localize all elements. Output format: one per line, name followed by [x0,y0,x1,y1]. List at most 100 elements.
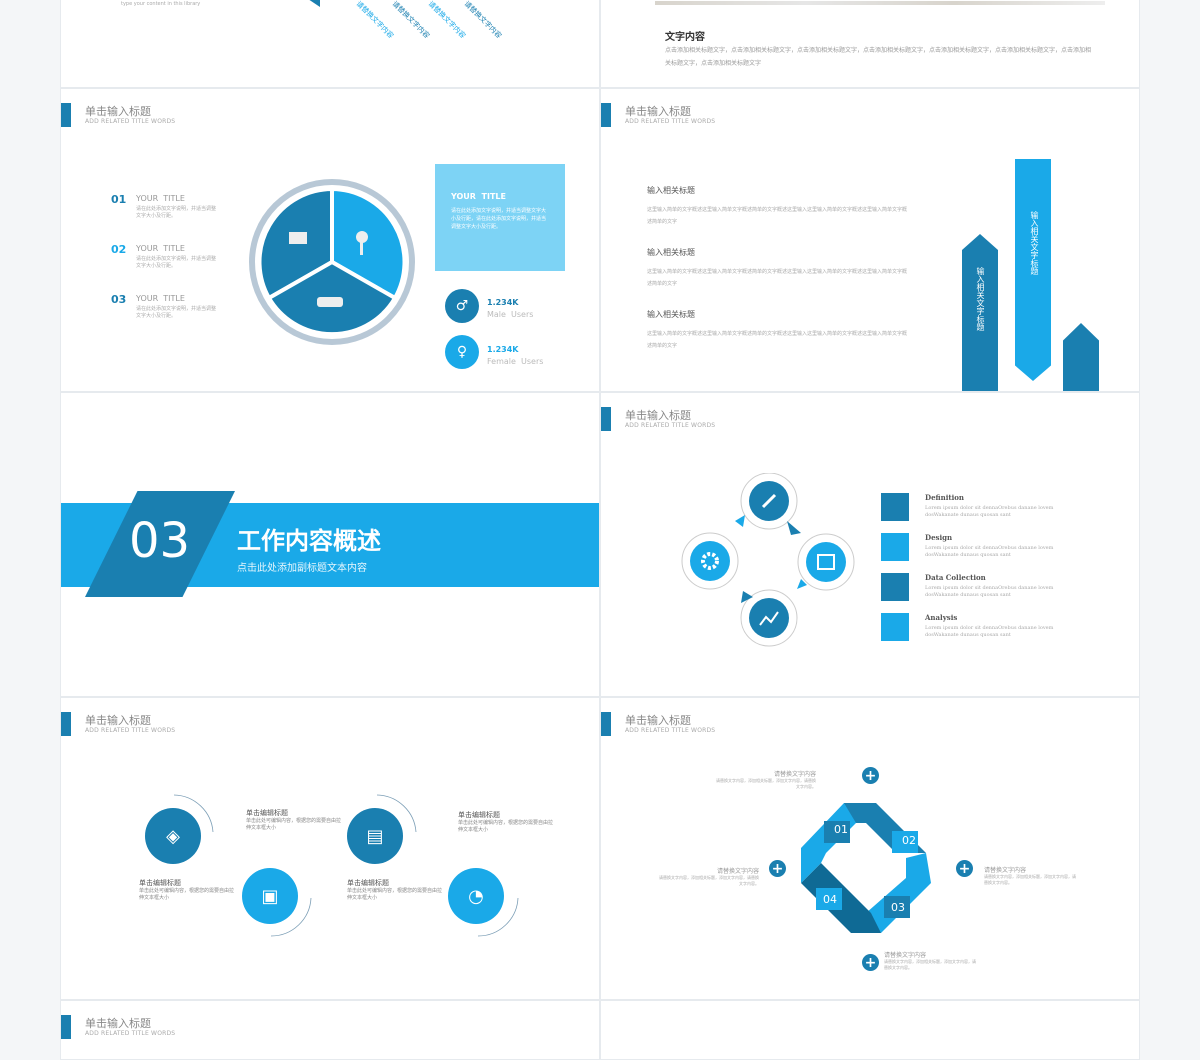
item-title: 输入相关标题 [647,310,695,319]
arrow-label: 输入相关文字标题 [976,267,985,331]
arrow-item: 输入相关标题这里输入简单的文字概述这里输入简单文字概述简单的文字概述这里输入这里… [647,309,907,352]
slide-subtitle: ADD RELATED TITLE WORDS [625,422,716,429]
up-arrow-right [1063,323,1099,391]
step-title: 单击编辑标题 [246,809,288,817]
slide-bottom-right[interactable] [600,1000,1140,1060]
slide-subtitle: ADD RELATED TITLE WORDS [625,727,716,734]
box-desc: 请在此处添加文字说明，并适当调整文字大小及行距，请在此处添加文字说明，并适当调整… [451,208,547,230]
note-title: 请替换文字内容 [773,771,816,778]
slide-top-right[interactable]: 文字内容 点击添加相关标题文字，点击添加相关标题文字，点击添加相关标题文字，点击… [600,0,1140,88]
content-body: 点击添加相关标题文字，点击添加相关标题文字，点击添加相关标题文字，点击添加相关标… [665,47,1092,67]
step-text: 单击编辑标题 单击此处可编辑内容，根据您的需要自由拉伸文本框大小 [458,810,553,834]
slide-section[interactable]: 03 工作内容概述 点击此处添加副标题文本内容 [60,392,600,697]
slide-pie[interactable]: 单击输入标题 ADD RELATED TITLE WORDS 01 YOUR TIT… [60,88,600,392]
legend-desc: Lorem ipsum dolor sit dennaOrebus danane… [925,585,1054,598]
plus-icon[interactable]: + [956,860,973,877]
slide-title: 单击输入标题 [85,105,151,118]
item-title: 输入相关标题 [647,248,695,257]
slide-cycle[interactable]: 单击输入标题 ADD RELATED TITLE WORDS Definition… [600,392,1140,697]
caption: type your content in this library [121,1,201,7]
slide-steps[interactable]: 单击输入标题 ADD RELATED TITLE WORDS ◈ ▣ ▤ ◔ 单击… [60,697,600,1000]
plus-icon[interactable]: + [862,954,879,971]
section-number: 03 [129,513,191,569]
note-desc: 请替换文字内容，添加相关标题，添加文字内容，请替换文字内容。 [716,778,816,789]
arrow-item: 输入相关标题这里输入简单的文字概述这里输入简单文字概述简单的文字概述这里输入这里… [647,247,907,290]
diagonal-shape [296,0,320,7]
slide-title: 单击输入标题 [625,105,691,118]
slide-subtitle: ADD RELATED TITLE WORDS [85,1030,176,1037]
photo-strip [655,1,1105,5]
legend-title: Definition [925,493,965,502]
item-title: YOUR TITLE [136,294,185,303]
box-icon [289,232,307,244]
slide-title: 单击输入标题 [625,409,691,422]
legend-title: Design [925,533,953,542]
stat-label: Male Users [487,310,534,319]
note-title: 请替换文字内容 [716,868,759,875]
female-icon: ♀ [445,335,479,369]
loop-number: 02 [902,834,916,847]
male-icon: ♂ [445,289,479,323]
cycle-diagram [681,473,855,647]
loop-note: 请替换文字内容 请替换文字内容，添加相关标题，添加文字内容，请替换文字内容。 [659,866,759,887]
loop-note: 请替换文字内容 请替换文字内容，添加相关标题，添加文字内容，请替换文字内容。 [716,769,816,790]
item-desc: 这里输入简单的文字概述这里输入简单文字概述简单的文字概述这里输入这里输入简单的文… [647,207,908,225]
slide-subtitle: ADD RELATED TITLE WORDS [625,118,716,125]
slide-subtitle: ADD RELATED TITLE WORDS [85,118,176,125]
step-title: 单击编辑标题 [458,811,500,819]
item-desc: 请在此处添加文字说明，并适当调整文字大小及行距。 [136,306,217,319]
item-number: 01 [111,193,127,206]
note-desc: 请替换文字内容，添加相关标题，添加文字内容，请替换文字内容。 [984,874,1076,885]
pie-diagram [249,179,415,345]
slide-top-left[interactable]: type your content in this library 请替换文字内… [60,0,600,88]
stat-label: Female Users [487,357,544,366]
section-title: 工作内容概述 [237,527,381,555]
item-number: 03 [111,293,127,306]
step-text: 单击编辑标题 单击此处可编辑内容，根据您的需要自由拉伸文本框大小 [246,808,341,832]
item-title: 输入相关标题 [647,186,695,195]
legend-desc: Lorem ipsum dolor sit dennaOrebus danane… [925,505,1054,518]
note-title: 请替换文字内容 [884,952,927,959]
step-text: 单击编辑标题 单击此处可编辑内容，根据您的需要自由拉伸文本框大小 [139,878,234,902]
slide-bottom-left[interactable]: 单击输入标题 ADD RELATED TITLE WORDS [60,1000,600,1060]
diagonal-labels: 请替换文字内容 请替换文字内容 请替换文字内容 请替换文字内容 [355,0,599,41]
legend-swatch [881,493,909,521]
step-desc: 单击此处可编辑内容，根据您的需要自由拉伸文本框大小 [246,818,342,831]
step-desc: 单击此处可编辑内容，根据您的需要自由拉伸文本框大小 [139,888,235,901]
stat-value: 1.234K [487,298,519,307]
step-title: 单击编辑标题 [139,879,181,887]
step-desc: 单击此处可编辑内容，根据您的需要自由拉伸文本框大小 [458,820,554,833]
item-desc: 这里输入简单的文字概述这里输入简单文字概述简单的文字概述这里输入这里输入简单的文… [647,269,908,287]
plus-icon[interactable]: + [862,767,879,784]
arc-decorations [173,794,519,937]
loop-diagram [801,803,931,933]
legend-swatch [881,533,909,561]
legend-desc: Lorem ipsum dolor sit dennaOrebus danane… [925,625,1054,638]
arrow-item: 输入相关标题这里输入简单的文字概述这里输入简单文字概述简单的文字概述这里输入这里… [647,185,907,228]
item-desc: 请在此处添加文字说明，并适当调整文字大小及行距。 [136,256,217,269]
note-title: 请替换文字内容 [984,867,1027,874]
loop-note: 请替换文字内容 请替换文字内容，添加相关标题，添加文字内容，请替换文字内容。 [884,950,979,971]
slide-title: 单击输入标题 [625,714,691,727]
stat-value: 1.234K [487,345,519,354]
item-title: YOUR TITLE [136,244,185,253]
note-desc: 请替换文字内容，添加相关标题，添加文字内容，请替换文字内容。 [659,875,759,886]
item-title: YOUR TITLE [136,194,185,203]
section-subtitle: 点击此处添加副标题文本内容 [237,563,367,574]
slide-loop[interactable]: 单击输入标题 ADD RELATED TITLE WORDS 01 02 03 0… [600,697,1140,1000]
title-box: YOUR TITLE 请在此处添加文字说明，并适当调整文字大小及行距，请在此处添… [435,164,565,271]
arrow-label: 输入相关文字标题 [1030,211,1039,275]
legend-swatch [881,613,909,641]
loop-number: 01 [834,823,848,836]
diag-label: 请替换文字内容 [462,0,503,41]
handshake-icon [317,297,343,307]
item-number: 02 [111,243,127,256]
slide-arrows[interactable]: 单击输入标题 ADD RELATED TITLE WORDS 输入相关标题这里输入… [600,88,1140,392]
plus-icon[interactable]: + [769,860,786,877]
item-desc: 请在此处添加文字说明，并适当调整文字大小及行距。 [136,206,217,219]
legend-swatch [881,573,909,601]
box-title: YOUR TITLE [451,192,506,201]
loop-number: 03 [891,901,905,914]
item-desc: 这里输入简单的文字概述这里输入简单文字概述简单的文字概述这里输入这里输入简单的文… [647,331,908,349]
step-text: 单击编辑标题 单击此处可编辑内容，根据您的需要自由拉伸文本框大小 [347,878,442,902]
